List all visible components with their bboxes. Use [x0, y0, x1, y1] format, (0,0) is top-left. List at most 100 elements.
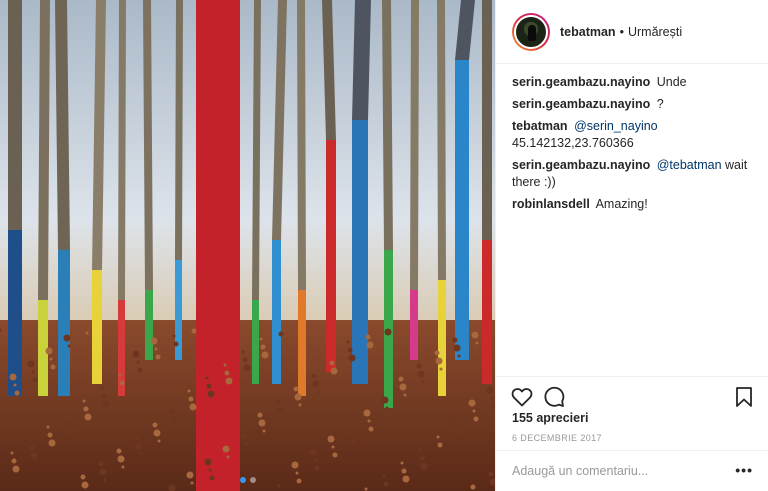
tree-trunk-paint	[352, 120, 368, 384]
leaf-speckle	[384, 328, 392, 336]
leaf-speckle	[45, 347, 53, 355]
leaf-speckle	[137, 367, 143, 373]
leaf-speckle	[204, 458, 212, 466]
leaf-speckle	[171, 416, 179, 424]
comment-item: serin.geambazu.nayino Unde	[512, 74, 752, 91]
leaf-speckle	[82, 399, 86, 403]
leaf-speckle	[332, 452, 338, 458]
leaf-speckle	[244, 442, 248, 446]
carousel-dot[interactable]	[249, 477, 256, 483]
comment-item: serin.geambazu.nayino @tebatman wait the…	[512, 157, 752, 191]
leaf-speckle	[132, 350, 140, 358]
comment-text: Unde	[656, 75, 687, 89]
tree-trunk-bark	[8, 0, 22, 230]
author-username[interactable]: tebatman	[560, 25, 616, 39]
leaf-speckle	[239, 425, 245, 431]
leaf-speckle	[309, 448, 317, 456]
leaf-speckle	[400, 461, 404, 465]
leaf-speckle	[364, 487, 368, 491]
comment-text: ?	[656, 97, 664, 111]
leaf-speckle	[136, 360, 140, 364]
leaf-speckle	[98, 461, 104, 467]
leaf-speckle	[486, 386, 494, 394]
leaf-speckle	[348, 354, 356, 362]
leaf-speckle	[121, 465, 125, 469]
heart-icon[interactable]	[510, 385, 534, 409]
leaf-speckle	[224, 370, 230, 376]
leaf-speckle	[313, 458, 317, 462]
tree-trunk-paint	[92, 270, 102, 384]
leaf-speckle	[298, 403, 302, 407]
leaf-speckle	[32, 377, 38, 383]
comment-username[interactable]: serin.geambazu.nayino	[512, 97, 650, 111]
leaf-speckle	[49, 357, 53, 361]
leaf-speckle	[454, 422, 458, 426]
bookmark-icon[interactable]	[732, 385, 756, 409]
leaf-speckle	[11, 458, 17, 464]
leaf-speckle	[437, 442, 443, 448]
avatar[interactable]	[514, 14, 548, 49]
comment-icon[interactable]	[542, 385, 566, 409]
leaf-speckle	[345, 422, 353, 430]
leaf-speckle	[439, 367, 443, 371]
leaf-speckle	[472, 409, 476, 413]
leaf-speckle	[208, 468, 212, 472]
comment-mention[interactable]: @tebatman	[657, 158, 722, 172]
likes-count[interactable]: 155 aprecieri	[512, 411, 588, 425]
leaf-speckle	[241, 350, 245, 354]
leaf-speckle	[152, 422, 158, 428]
leaf-speckle	[191, 328, 197, 334]
leaf-speckle	[223, 363, 227, 367]
comment-username[interactable]: tebatman	[512, 119, 568, 133]
comment-username[interactable]: serin.geambazu.nayino	[512, 158, 650, 172]
leaf-speckle	[243, 364, 251, 372]
leaf-speckle	[47, 432, 53, 438]
leaf-speckle	[316, 390, 320, 394]
leaf-speckle	[240, 432, 248, 440]
leaf-speckle	[46, 425, 50, 429]
tree-trunk-paint	[252, 300, 259, 384]
post-photo[interactable]	[0, 0, 495, 491]
leaf-speckle	[346, 340, 350, 344]
comment-username[interactable]: serin.geambazu.nayino	[512, 75, 650, 89]
leaf-speckle	[188, 396, 194, 402]
leaf-speckle	[381, 396, 389, 404]
leaf-speckle	[242, 357, 248, 363]
leaf-speckle	[275, 399, 281, 405]
post-sidebar: tebatman • Urmărești serin.geambazu.nayi…	[495, 0, 768, 491]
leaf-speckle	[10, 451, 14, 455]
leaf-speckle	[226, 455, 230, 459]
leaf-speckle	[155, 354, 161, 360]
leaf-speckle	[50, 364, 56, 370]
post-actions	[496, 376, 768, 416]
leaf-speckle	[63, 334, 71, 342]
leaf-speckle	[470, 484, 476, 490]
leaf-speckle	[135, 442, 143, 450]
following-button[interactable]: Urmărești	[628, 25, 682, 39]
leaf-speckle	[350, 439, 356, 445]
avatar-story-ring[interactable]	[512, 12, 550, 51]
comment-mention[interactable]: @serin_nayino	[574, 119, 658, 133]
comment-input[interactable]	[512, 464, 712, 478]
more-options-icon[interactable]: •••	[735, 463, 753, 477]
comment-username[interactable]: robinlansdell	[512, 197, 590, 211]
carousel-indicator	[239, 477, 256, 483]
leaf-speckle	[12, 465, 20, 473]
leaf-speckle	[139, 452, 143, 456]
carousel-dot-active[interactable]	[239, 477, 246, 483]
comment-text: Amazing!	[595, 197, 648, 211]
leaf-speckle	[225, 377, 233, 385]
tree-trunk-paint	[8, 230, 22, 396]
comments-list: serin.geambazu.nayino Unde serin.geambaz…	[512, 74, 752, 218]
leaf-speckle	[118, 373, 122, 377]
leaf-speckle	[259, 337, 263, 341]
leaf-speckle	[314, 465, 320, 471]
tree-trunk-bark	[175, 0, 183, 260]
leaf-speckle	[116, 448, 122, 454]
leaf-speckle	[368, 426, 374, 432]
leaf-speckle	[434, 350, 440, 356]
leaf-speckle	[383, 481, 389, 487]
leaf-speckle	[329, 360, 335, 366]
leaf-speckle	[85, 331, 89, 335]
leaf-speckle	[457, 354, 461, 358]
